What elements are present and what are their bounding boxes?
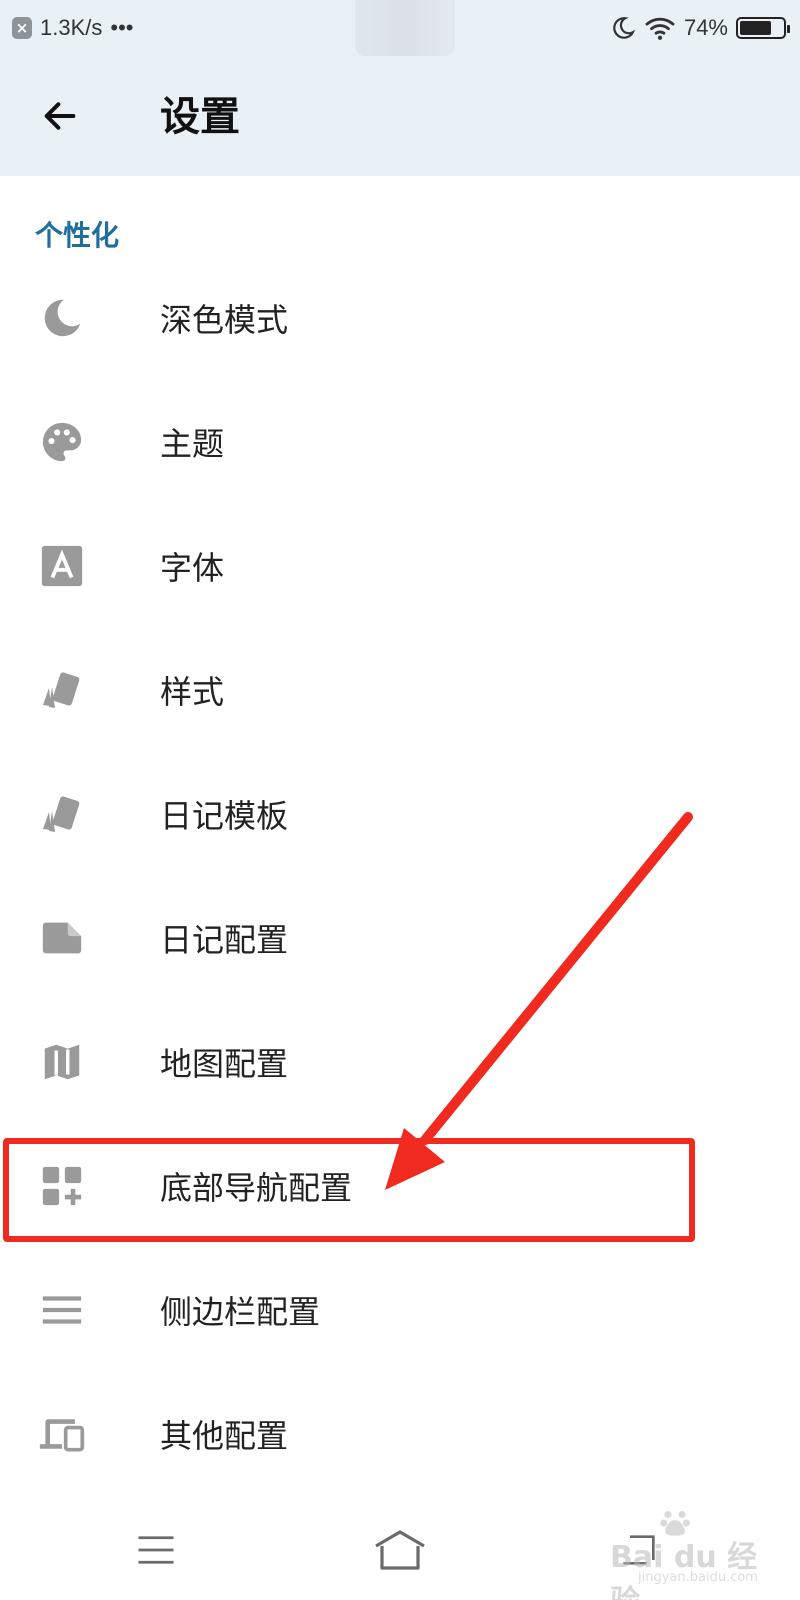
note-icon [38, 914, 86, 962]
style-icon [38, 790, 86, 838]
palette-icon [38, 418, 86, 466]
section-header: 个性化 [35, 219, 120, 252]
more-notifications-icon: ••• [110, 15, 134, 40]
menu-icon [38, 1286, 86, 1334]
app-bar: 设置 [0, 56, 800, 176]
notification-close-icon: × [12, 17, 32, 39]
style-icon [38, 666, 86, 714]
baidu-watermark: Bai du 经验 jingyan.baidu.com [610, 1502, 780, 1600]
wifi-icon [645, 17, 675, 40]
battery-level [740, 21, 772, 35]
arrow-left-icon [44, 102, 76, 130]
watermark-brand: Bai du 经验 [610, 1540, 758, 1600]
setting-label: 其他配置 [160, 1417, 289, 1455]
setting-bottom-nav-config[interactable]: 底部导航配置 [0, 1124, 800, 1248]
status-right: 74% [610, 15, 790, 41]
setting-map-config[interactable]: 地图配置 [0, 1000, 800, 1124]
setting-label: 日记模板 [160, 797, 289, 835]
map-icon [38, 1038, 86, 1086]
setting-label: 底部导航配置 [160, 1169, 353, 1207]
setting-label: 深色模式 [160, 301, 289, 339]
setting-other-config[interactable]: 其他配置 [0, 1372, 800, 1496]
setting-diary-config[interactable]: 日记配置 [0, 876, 800, 1000]
moon-icon [38, 294, 86, 342]
status-left: × 1.3K/s ••• [12, 15, 133, 41]
battery-percent: 74% [683, 15, 728, 40]
home-button[interactable] [370, 1522, 430, 1578]
page-title: 设置 [160, 94, 240, 140]
devices-icon [38, 1410, 86, 1458]
do-not-disturb-moon-icon [613, 17, 636, 39]
font-icon [38, 542, 86, 590]
setting-sidebar-config[interactable]: 侧边栏配置 [0, 1248, 800, 1372]
setting-diary-template[interactable]: 日记模板 [0, 752, 800, 876]
blurred-region [355, 0, 455, 56]
setting-label: 地图配置 [160, 1045, 289, 1083]
network-speed: 1.3K/s [40, 15, 103, 40]
setting-dark-mode[interactable]: 深色模式 [0, 256, 800, 380]
dashboard-add-icon [38, 1162, 86, 1210]
menu-button[interactable] [126, 1522, 186, 1578]
setting-label: 样式 [160, 673, 225, 711]
settings-list: 深色模式 主题 字体 样式 日记模板 日记配置 地图配置 底部导航配置 侧边栏配… [0, 256, 800, 1496]
setting-label: 主题 [160, 425, 225, 463]
setting-label: 字体 [160, 549, 225, 587]
setting-theme[interactable]: 主题 [0, 380, 800, 504]
hamburger-icon [138, 1536, 174, 1564]
watermark-url: jingyan.baidu.com [638, 1570, 758, 1585]
setting-font[interactable]: 字体 [0, 504, 800, 628]
setting-label: 日记配置 [160, 921, 289, 959]
setting-style[interactable]: 样式 [0, 628, 800, 752]
back-button[interactable] [30, 88, 90, 144]
home-icon [375, 1530, 425, 1570]
setting-label: 侧边栏配置 [160, 1293, 321, 1331]
battery-icon [736, 17, 790, 39]
